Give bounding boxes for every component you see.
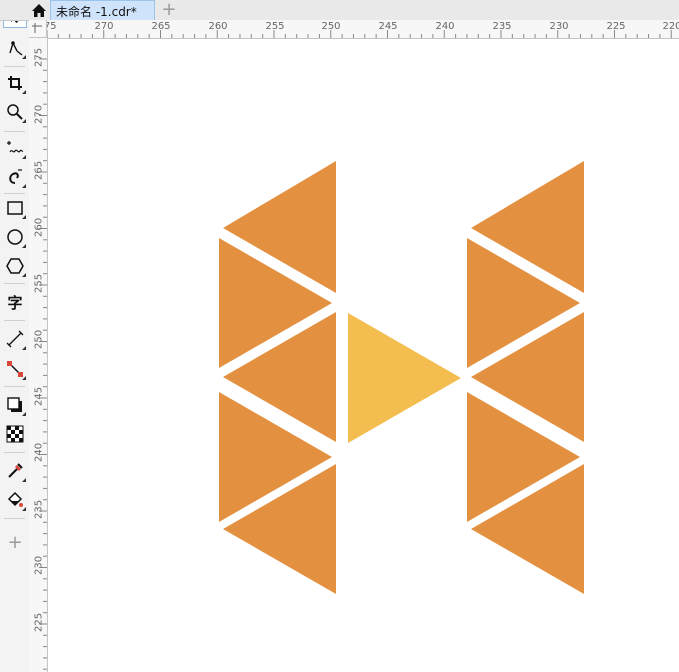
interactive-fill-tool-button[interactable] bbox=[3, 488, 27, 512]
artwork bbox=[219, 161, 584, 594]
hruler-label: 235 bbox=[492, 21, 512, 32]
hruler-label: 240 bbox=[435, 21, 455, 32]
drop-shadow-tool-button[interactable] bbox=[3, 393, 27, 417]
text-tool-button[interactable]: 字 bbox=[3, 290, 27, 314]
zoom-tool-button[interactable] bbox=[3, 100, 27, 124]
hruler-label: 225 bbox=[606, 21, 626, 32]
customize-toolbox-button[interactable]: + bbox=[3, 530, 27, 554]
plus-icon: + bbox=[7, 531, 23, 553]
vruler-label: 225 bbox=[33, 612, 45, 632]
dimension-tool-button[interactable] bbox=[3, 327, 27, 351]
document-tab-title: 未命名 -1.cdr* bbox=[56, 5, 137, 19]
vruler-label: 235 bbox=[33, 499, 45, 519]
horizontal-ruler-ticks bbox=[47, 30, 672, 38]
vruler-label: 270 bbox=[33, 104, 45, 124]
freehand-tool-button[interactable] bbox=[3, 136, 27, 160]
vruler-label: 250 bbox=[33, 329, 45, 349]
vruler-label: 260 bbox=[33, 217, 45, 237]
hruler-label: 230 bbox=[549, 21, 569, 32]
home-icon bbox=[32, 3, 46, 17]
text-char-icon: 字 bbox=[7, 293, 23, 312]
connector-tool-button[interactable] bbox=[3, 357, 27, 381]
hruler-label: 220 bbox=[662, 21, 679, 32]
polygon-tool-button[interactable] bbox=[3, 254, 27, 278]
checkerboard-icon bbox=[6, 425, 24, 443]
vruler-label: 230 bbox=[33, 555, 45, 575]
vruler-label: 245 bbox=[33, 386, 45, 406]
document-tab[interactable]: 未命名 -1.cdr* bbox=[50, 0, 155, 20]
new-document-tab-button[interactable]: + bbox=[159, 1, 179, 19]
ellipse-tool-button[interactable] bbox=[3, 225, 27, 249]
vertical-ruler[interactable]: 275 270 265 260 255 250 245 240 235 230 … bbox=[29, 38, 48, 672]
eyedropper-tool-button[interactable] bbox=[3, 459, 27, 483]
left-column bbox=[219, 161, 336, 594]
vruler-label: 265 bbox=[33, 160, 45, 180]
transparency-tool-button[interactable] bbox=[3, 422, 27, 446]
vertical-ruler-ticks bbox=[39, 58, 47, 670]
hruler-label: 275 bbox=[47, 21, 57, 32]
drawing-canvas[interactable] bbox=[48, 39, 679, 672]
hruler-label: 245 bbox=[378, 21, 398, 32]
hruler-label: 250 bbox=[321, 21, 341, 32]
hruler-label: 260 bbox=[208, 21, 228, 32]
right-column bbox=[467, 161, 584, 594]
horizontal-ruler[interactable]: 275 270 265 260 255 250 245 240 235 230 … bbox=[47, 20, 679, 39]
document-tab-bar: 未命名 -1.cdr* + bbox=[0, 0, 679, 21]
hruler-label: 255 bbox=[265, 21, 285, 32]
hruler-label: 265 bbox=[151, 21, 171, 32]
toolbox: 字 + bbox=[0, 0, 30, 672]
vruler-label: 275 bbox=[33, 47, 45, 67]
shape-tool-button[interactable] bbox=[3, 36, 27, 60]
artistic-media-tool-button[interactable] bbox=[3, 165, 27, 189]
ruler-origin-icon bbox=[32, 23, 42, 33]
rectangle-tool-button[interactable] bbox=[3, 196, 27, 220]
welcome-screen-button[interactable] bbox=[28, 0, 50, 20]
vruler-label: 240 bbox=[33, 442, 45, 462]
ruler-origin-corner[interactable] bbox=[29, 20, 47, 38]
vruler-label: 255 bbox=[33, 273, 45, 293]
yellow-center-triangle[interactable] bbox=[348, 313, 461, 443]
hruler-label: 270 bbox=[94, 21, 114, 32]
crop-tool-button[interactable] bbox=[3, 71, 27, 95]
